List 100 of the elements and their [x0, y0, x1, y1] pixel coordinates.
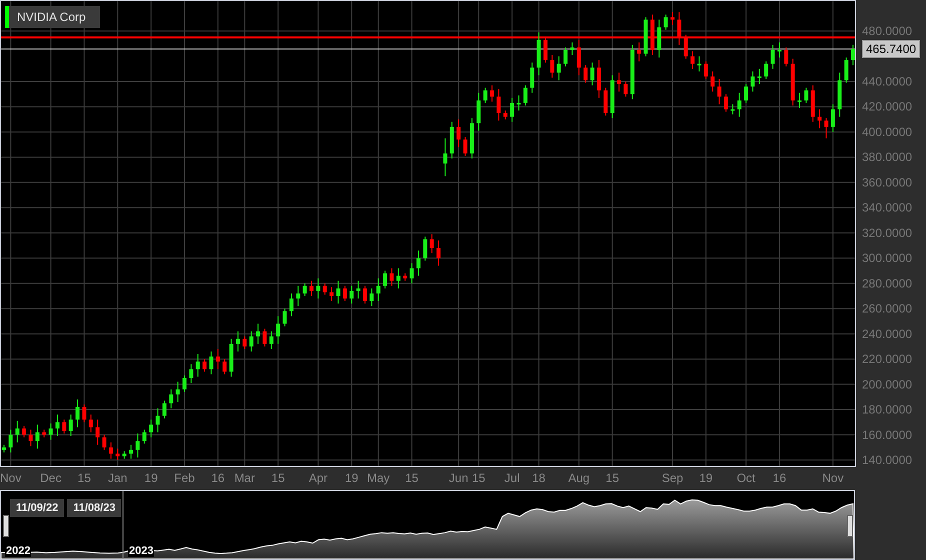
- falling-candle: [544, 36, 548, 64]
- year-label: 2023: [128, 545, 154, 557]
- falling-candle: [42, 429, 46, 438]
- x-axis-label: Jan: [108, 471, 128, 485]
- range-handle[interactable]: [3, 515, 9, 537]
- y-axis-label: 380.0000: [862, 150, 912, 164]
- range-handle[interactable]: [847, 515, 853, 537]
- rising-candle: [443, 138, 448, 177]
- falling-candle: [624, 81, 628, 98]
- rising-candle: [316, 278, 320, 299]
- rising-candle: [15, 420, 20, 443]
- rising-candle: [383, 270, 388, 289]
- rising-candle: [644, 16, 648, 57]
- falling-candle: [430, 234, 434, 254]
- rising-candle: [122, 450, 126, 460]
- rising-candle: [68, 414, 73, 437]
- y-axis-label: 260.0000: [862, 302, 912, 316]
- rising-candle: [136, 433, 140, 458]
- falling-candle: [242, 336, 247, 350]
- falling-candle: [108, 442, 113, 460]
- falling-candle: [88, 414, 93, 433]
- falling-candle: [116, 448, 120, 460]
- rising-candle: [777, 42, 782, 58]
- x-axis-label: 15: [472, 471, 486, 485]
- rising-candle: [2, 444, 6, 453]
- x-axis-label: May: [367, 471, 390, 485]
- rising-candle: [8, 429, 13, 453]
- rising-candle: [350, 285, 354, 304]
- rising-candle: [590, 62, 594, 86]
- start-date-badge: 11/09/22: [10, 499, 64, 517]
- rising-candle: [229, 338, 234, 378]
- y-axis-label: 240.0000: [862, 326, 912, 341]
- x-axis-label: 16: [772, 471, 786, 485]
- y-axis-label: 220.0000: [862, 352, 912, 366]
- falling-candle: [637, 42, 642, 62]
- falling-candle: [222, 358, 227, 375]
- falling-candle: [576, 39, 581, 76]
- falling-candle: [496, 88, 501, 122]
- x-axis-label: 19: [144, 471, 158, 485]
- rising-candle: [356, 280, 360, 299]
- rising-candle: [276, 316, 280, 344]
- y-axis-label: 180.0000: [862, 402, 912, 417]
- x-axis-label: Jun: [448, 471, 468, 485]
- falling-candle: [82, 404, 86, 423]
- falling-candle: [810, 84, 815, 122]
- x-axis-label: Sep: [662, 471, 684, 485]
- x-axis-label: 18: [532, 471, 546, 485]
- falling-candle: [596, 60, 601, 98]
- x-axis-label: Nov: [0, 471, 22, 485]
- x-axis-label: Nov: [822, 471, 844, 485]
- falling-candle: [322, 282, 327, 296]
- y-axis-label: 160.0000: [862, 428, 912, 442]
- falling-candle: [330, 286, 334, 302]
- range-navigator[interactable]: 11/09/22 11/08/23 2022 2023: [0, 490, 855, 560]
- year-label: 2022: [5, 545, 32, 557]
- falling-candle: [604, 87, 608, 116]
- rising-candle: [370, 288, 374, 307]
- rising-candle: [483, 87, 488, 104]
- rising-candle: [302, 282, 307, 296]
- x-axis-label: Apr: [308, 471, 328, 485]
- falling-candle: [710, 70, 715, 92]
- rising-candle: [55, 414, 60, 437]
- rising-candle: [838, 72, 842, 118]
- rising-candle: [416, 250, 420, 276]
- falling-candle: [22, 425, 26, 438]
- falling-candle: [584, 64, 588, 84]
- y-axis-label: 420.0000: [862, 100, 912, 114]
- rising-candle: [249, 330, 254, 352]
- y-axis-label: 300.0000: [862, 251, 912, 266]
- legend-label: NVIDIA Corp: [17, 10, 86, 24]
- rising-candle: [282, 308, 287, 327]
- y-axis-label: 400.0000: [862, 124, 912, 139]
- x-axis-label: Dec: [40, 471, 62, 485]
- falling-candle: [818, 108, 822, 129]
- rising-candle: [744, 84, 748, 104]
- rising-candle: [269, 330, 274, 350]
- falling-candle: [724, 94, 728, 112]
- falling-candle: [102, 434, 106, 450]
- rising-candle: [189, 364, 194, 384]
- falling-candle: [62, 419, 66, 434]
- falling-candle: [456, 118, 461, 148]
- rising-candle: [423, 236, 428, 262]
- rising-candle: [162, 400, 166, 419]
- rising-candle: [76, 398, 80, 428]
- x-axis-label: 19: [344, 471, 358, 485]
- falling-candle: [436, 240, 441, 266]
- rising-candle: [730, 104, 735, 115]
- rising-candle: [536, 32, 541, 76]
- rising-candle: [851, 44, 855, 66]
- falling-candle: [202, 358, 207, 372]
- y-axis-label: 200.0000: [862, 377, 912, 392]
- rising-candle: [196, 354, 200, 378]
- rising-candle: [750, 70, 755, 92]
- y-axis-label: 140.0000: [862, 453, 912, 467]
- end-date-badge: 11/08/23: [67, 499, 122, 517]
- rising-candle: [844, 57, 848, 84]
- falling-candle: [342, 285, 347, 302]
- rising-candle: [737, 92, 742, 118]
- falling-candle: [670, 12, 674, 26]
- rising-candle: [396, 268, 400, 289]
